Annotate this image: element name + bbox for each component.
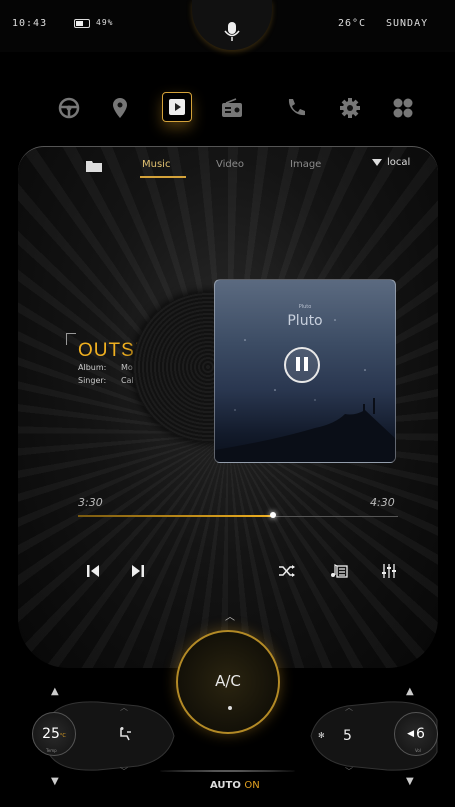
volume-down-button[interactable]: ▼ bbox=[406, 776, 414, 787]
voice-button[interactable] bbox=[192, 0, 272, 50]
singer-label: Singer: bbox=[78, 376, 107, 385]
left-temp-value: 25 bbox=[42, 726, 60, 742]
skip-next-icon bbox=[132, 565, 144, 577]
apps-grid-icon[interactable] bbox=[389, 94, 417, 122]
album-label: Album: bbox=[78, 363, 107, 372]
bracket-top-left bbox=[66, 333, 76, 345]
location-pin-icon[interactable] bbox=[106, 94, 134, 122]
fan-icon: ✻ bbox=[318, 731, 325, 740]
total-time: 4:30 bbox=[370, 496, 395, 509]
previous-button[interactable] bbox=[82, 562, 104, 580]
seat-airflow-icon[interactable] bbox=[118, 726, 132, 745]
tab-image[interactable]: Image bbox=[290, 159, 321, 170]
radio-icon[interactable] bbox=[218, 94, 246, 122]
tab-active-indicator bbox=[140, 176, 186, 178]
dropdown-arrow-icon bbox=[372, 159, 382, 166]
ac-status-dot bbox=[228, 706, 232, 710]
album-caption-small: Pluto bbox=[298, 304, 312, 310]
equalizer-button[interactable] bbox=[378, 562, 400, 580]
temperature: 26°C bbox=[338, 18, 367, 29]
ac-label: A/C bbox=[215, 672, 241, 690]
steering-wheel-icon[interactable] bbox=[55, 94, 83, 122]
fan-direction-up-button[interactable]: ︿ bbox=[120, 702, 128, 713]
temp-up-button[interactable]: ▲ bbox=[51, 686, 59, 697]
phone-icon[interactable] bbox=[282, 94, 310, 122]
fan-direction-down-button[interactable]: ﹀ bbox=[120, 766, 128, 777]
shuffle-button[interactable] bbox=[276, 562, 298, 580]
day: SUNDAY bbox=[386, 18, 429, 29]
tab-music[interactable]: Music bbox=[142, 159, 170, 170]
album-caption: Pluto bbox=[287, 313, 323, 329]
fan-speed-value: 5 bbox=[343, 728, 352, 744]
left-temp-caption: Temp bbox=[46, 748, 57, 753]
chevron-up-icon[interactable]: ︿ bbox=[225, 608, 235, 623]
status-bar: 10:43 49% 26°C SUNDAY bbox=[0, 0, 455, 52]
tab-video[interactable]: Video bbox=[216, 159, 244, 170]
fan-speed-up-button[interactable]: ︿ bbox=[345, 702, 353, 713]
auto-state: ON bbox=[244, 780, 260, 791]
battery-icon bbox=[74, 19, 90, 28]
temp-down-button[interactable]: ▼ bbox=[51, 776, 59, 787]
settings-gear-icon[interactable] bbox=[336, 94, 364, 122]
microphone-icon bbox=[224, 22, 240, 41]
equalizer-icon bbox=[382, 564, 396, 578]
pause-icon bbox=[294, 356, 310, 375]
progress-fill bbox=[78, 515, 274, 517]
pause-button[interactable] bbox=[284, 347, 320, 383]
left-temp-unit: °C bbox=[59, 733, 66, 739]
auto-glow bbox=[160, 770, 295, 772]
speaker-icon: ◀ bbox=[407, 729, 414, 739]
media-play-icon[interactable] bbox=[162, 92, 192, 122]
next-button[interactable] bbox=[127, 562, 149, 580]
volume-caption: Vol bbox=[415, 748, 421, 753]
auto-climate-button[interactable]: AUTO ON bbox=[210, 780, 260, 791]
auto-label: AUTO bbox=[210, 780, 241, 791]
left-climate-panel: ▲ ▼ ︿ ﹀ 25 °C Temp bbox=[32, 680, 175, 790]
fan-speed-down-button[interactable]: ﹀ bbox=[345, 766, 353, 777]
right-climate-panel: ▲ ▼ ︿ ﹀ ✻ 5 ◀ 6 Vol bbox=[302, 680, 447, 790]
source-dropdown[interactable]: local bbox=[372, 157, 410, 168]
playlist-icon bbox=[331, 564, 348, 578]
clock: 10:43 bbox=[12, 18, 48, 29]
elapsed-time: 3:30 bbox=[78, 496, 103, 509]
shuffle-icon bbox=[279, 565, 295, 577]
playlist-button[interactable] bbox=[328, 562, 350, 580]
volume-value: 6 bbox=[416, 726, 425, 742]
ac-button[interactable]: A/C bbox=[176, 630, 280, 734]
source-label: local bbox=[387, 157, 411, 168]
skip-previous-icon bbox=[87, 565, 99, 577]
folder-icon[interactable] bbox=[86, 157, 102, 176]
volume-up-button[interactable]: ▲ bbox=[406, 686, 414, 697]
battery-percent: 49% bbox=[96, 18, 114, 27]
